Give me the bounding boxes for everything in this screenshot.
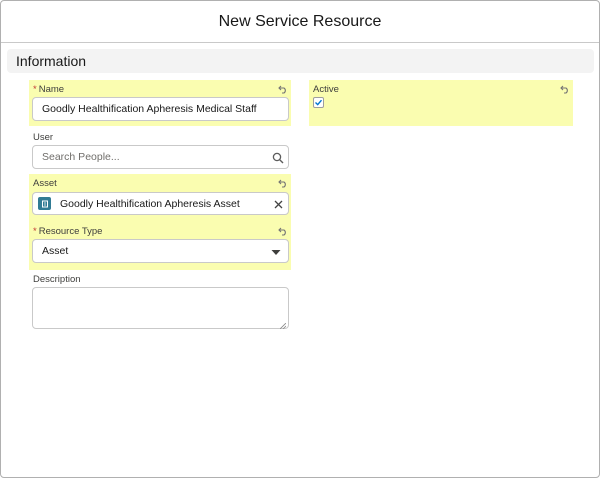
description-label: Description <box>33 274 81 285</box>
undo-icon[interactable] <box>560 84 570 94</box>
triangle-down-icon[interactable] <box>271 248 281 256</box>
section-title: Information <box>16 53 87 69</box>
description-field-group: Description <box>29 271 291 333</box>
user-search-placeholder: Search People... <box>42 151 120 163</box>
search-icon[interactable] <box>271 151 284 164</box>
asset-label: Asset <box>33 178 57 189</box>
undo-icon[interactable] <box>278 226 288 236</box>
name-field-group: * Name Goodly Healthification Apheresis M… <box>29 80 291 126</box>
undo-icon[interactable] <box>278 84 288 94</box>
active-checkbox[interactable] <box>313 97 324 108</box>
asset-object-icon <box>38 197 51 210</box>
modal-window: New Service Resource Information * Name G… <box>0 0 600 478</box>
resize-handle-icon[interactable] <box>279 320 287 330</box>
active-label: Active <box>313 84 339 95</box>
name-input[interactable]: Goodly Healthification Apheresis Medical… <box>32 97 289 121</box>
undo-icon[interactable] <box>278 178 288 188</box>
close-icon[interactable] <box>273 199 283 209</box>
asset-field-group: Asset Goodly Healthification Apheresis A… <box>29 174 291 270</box>
user-field-group: User Search People... <box>29 128 291 172</box>
section-header-information[interactable]: Information <box>7 49 594 73</box>
resource-type-label: * Resource Type <box>33 226 103 237</box>
required-indicator: * <box>33 84 37 95</box>
user-label: User <box>33 132 54 143</box>
asset-lookup-input[interactable]: Goodly Healthification Apheresis Asset <box>32 192 289 215</box>
user-search-input[interactable]: Search People... <box>32 145 289 169</box>
checkmark-icon <box>315 99 323 106</box>
description-textarea[interactable] <box>32 287 289 330</box>
active-field-group: Active <box>309 80 573 126</box>
required-indicator: * <box>33 226 37 237</box>
modal-header: New Service Resource <box>1 1 599 43</box>
resource-type-value: Asset <box>42 245 69 257</box>
asset-selected-value: Goodly Healthification Apheresis Asset <box>60 197 240 210</box>
name-label: * Name <box>33 84 65 95</box>
resource-type-select[interactable]: Asset <box>32 239 289 263</box>
modal-title: New Service Resource <box>218 12 382 30</box>
